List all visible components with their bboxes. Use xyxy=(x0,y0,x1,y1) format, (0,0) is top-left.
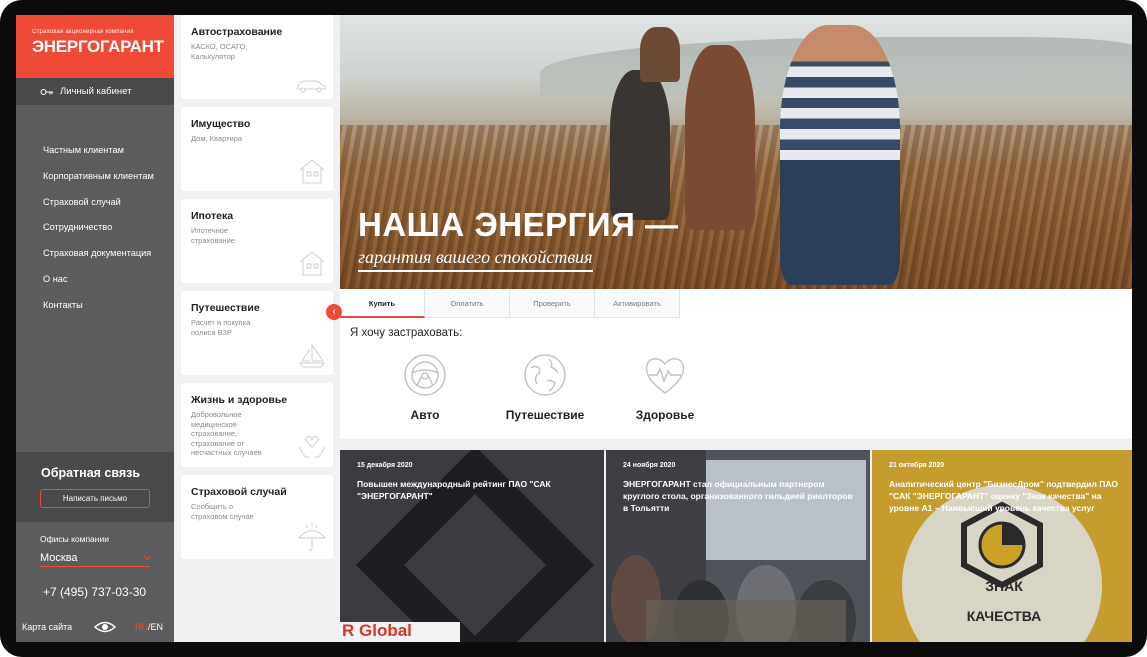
lang-en[interactable]: EN xyxy=(151,622,164,632)
feedback-block: Обратная связь Написать письмо xyxy=(16,452,174,522)
feedback-title: Обратная связь xyxy=(41,466,141,480)
option-label: Путешествие xyxy=(505,408,585,422)
insurance-panel: Купить Оплатить Проверить Активировать Я… xyxy=(340,289,1132,439)
house-icon xyxy=(299,251,325,276)
news-title: Повышен международный рейтинг ПАО "САК "… xyxy=(357,479,551,501)
action-tabs: Купить Оплатить Проверить Активировать xyxy=(340,289,680,318)
insure-prompt: Я хочу застраховать: xyxy=(350,327,463,339)
card-title: Путешествие xyxy=(191,302,260,314)
option-travel[interactable]: Путешествие xyxy=(500,353,590,422)
left-sidebar: Страховая акционерная компания ЭНЕРГОГАР… xyxy=(16,15,174,642)
steering-wheel-icon xyxy=(404,354,446,396)
option-label: Авто xyxy=(410,408,440,422)
news-card[interactable]: 24 ноября 2020 ЭНЕРГОГАРАНТ стал официал… xyxy=(606,450,870,642)
heart-hands-icon xyxy=(298,436,326,458)
card-subtitle: Расчет и покупка полиса ВЗР xyxy=(191,318,251,337)
sitemap-link[interactable]: Карта сайта xyxy=(22,622,72,632)
screen: Страховая акционерная компания ЭНЕРГОГАР… xyxy=(16,15,1132,642)
tab-check[interactable]: Проверить xyxy=(510,289,595,318)
personal-account-link[interactable]: Личный кабинет xyxy=(16,78,174,105)
collapse-cards-button[interactable]: ‹ xyxy=(326,304,342,320)
card-auto[interactable]: Автострахование КАСКО, ОСАГО, Калькулято… xyxy=(181,15,333,99)
menu-item-contacts[interactable]: Контакты xyxy=(43,298,154,324)
card-title: Жизнь и здоровье xyxy=(191,394,288,406)
news-card[interactable]: R Global 15 декабря 2020 Повышен междуна… xyxy=(340,450,604,642)
menu-item-private[interactable]: Частным клиентам xyxy=(43,143,154,169)
house-icon xyxy=(299,159,325,184)
language-switch[interactable]: RU/EN xyxy=(135,622,163,632)
lang-ru[interactable]: RU xyxy=(135,622,148,632)
device-frame: Страховая акционерная компания ЭНЕРГОГАР… xyxy=(0,0,1147,657)
key-icon xyxy=(40,88,53,95)
news-date: 21 октября 2020 xyxy=(889,462,945,469)
card-title: Страховой случай xyxy=(191,486,287,498)
news-title: ЭНЕРГОГАРАНТ стал официальным партнером … xyxy=(623,479,853,513)
menu-item-cooperation[interactable]: Сотрудничество xyxy=(43,220,154,246)
card-travel[interactable]: Путешествие Расчет и покупка полиса ВЗР xyxy=(181,291,333,375)
option-auto[interactable]: Авто xyxy=(380,353,470,422)
hero-person-girl xyxy=(640,27,680,82)
quality-mark-line1: ЗНАК xyxy=(985,578,1023,594)
logo-name: ЭНЕРГОГАРАНТ xyxy=(32,37,164,56)
menu-item-about[interactable]: О нас xyxy=(43,272,154,298)
product-cards: Автострахование КАСКО, ОСАГО, Калькулято… xyxy=(174,15,340,642)
hero-person-boy xyxy=(780,25,900,285)
logo[interactable]: Страховая акционерная компания ЭНЕРГОГАР… xyxy=(16,15,174,78)
card-life-health[interactable]: Жизнь и здоровье Добровольное медицинско… xyxy=(181,383,333,467)
menu-item-corporate[interactable]: Корпоративным клиентам xyxy=(43,169,154,195)
card-insured-event[interactable]: Страховой случай Сообщить о страховом сл… xyxy=(181,475,333,559)
hero-banner: НАША ЭНЕРГИЯ — гарантия вашего спокойств… xyxy=(340,15,1132,289)
hero-person-woman xyxy=(685,45,755,230)
card-subtitle: Сообщить о страховом случае xyxy=(191,502,254,521)
card-title: Имущество xyxy=(191,118,251,130)
phone-number[interactable]: +7 (495) 737-03-30 xyxy=(43,585,146,599)
card-subtitle: Ипотечное страхование xyxy=(191,226,235,245)
news-image-caption: R Global xyxy=(342,621,412,640)
card-subtitle: Дом, Квартира xyxy=(191,134,243,143)
sailboat-icon xyxy=(299,343,325,368)
option-label: Здоровье xyxy=(635,408,695,422)
globe-icon xyxy=(524,354,566,396)
eye-icon[interactable] xyxy=(94,621,116,633)
heart-pulse-icon xyxy=(645,358,685,394)
chevron-down-icon xyxy=(143,552,152,561)
menu-item-insured-event[interactable]: Страховой случай xyxy=(43,195,154,221)
umbrella-icon xyxy=(297,523,327,551)
tab-activate[interactable]: Активировать xyxy=(595,289,680,318)
offices-label: Офисы компании xyxy=(40,534,109,544)
card-subtitle: КАСКО, ОСАГО, Калькулятор xyxy=(191,42,248,61)
card-property[interactable]: Имущество Дом, Квартира xyxy=(181,107,333,191)
car-icon xyxy=(296,80,326,93)
sidebar-footer: Карта сайта RU/EN xyxy=(16,613,174,642)
news-strip: R Global 15 декабря 2020 Повышен междуна… xyxy=(340,450,1132,642)
city-select-value: Москва xyxy=(40,552,78,564)
card-mortgage[interactable]: Ипотека Ипотечное страхование xyxy=(181,199,333,283)
logo-company-line: Страховая акционерная компания xyxy=(32,29,134,35)
hero-person-man xyxy=(610,70,670,220)
news-date: 15 декабря 2020 xyxy=(357,462,413,469)
write-letter-button[interactable]: Написать письмо xyxy=(40,489,150,508)
news-date: 24 ноября 2020 xyxy=(623,462,676,469)
main-menu: Частным клиентам Корпоративным клиентам … xyxy=(43,143,154,324)
tab-pay[interactable]: Оплатить xyxy=(425,289,510,318)
option-health[interactable]: Здоровье xyxy=(620,353,710,422)
personal-account-label: Личный кабинет xyxy=(60,86,132,97)
hero-title: НАША ЭНЕРГИЯ — xyxy=(358,206,679,243)
quality-mark-line2: КАЧЕСТВА xyxy=(966,608,1042,624)
card-title: Ипотека xyxy=(191,210,234,222)
city-select[interactable]: Москва xyxy=(40,552,152,567)
news-title: Аналитический центр "БизнесДром" подтвер… xyxy=(889,479,1118,513)
menu-item-documents[interactable]: Страховая документация xyxy=(43,246,154,272)
hero-subtitle: гарантия вашего спокойствия xyxy=(358,247,593,272)
tab-buy[interactable]: Купить xyxy=(340,289,425,318)
news-card[interactable]: ЗНАК КАЧЕСТВА 21 октября 2020 Аналитичес… xyxy=(872,450,1132,642)
card-title: Автострахование xyxy=(191,26,283,38)
